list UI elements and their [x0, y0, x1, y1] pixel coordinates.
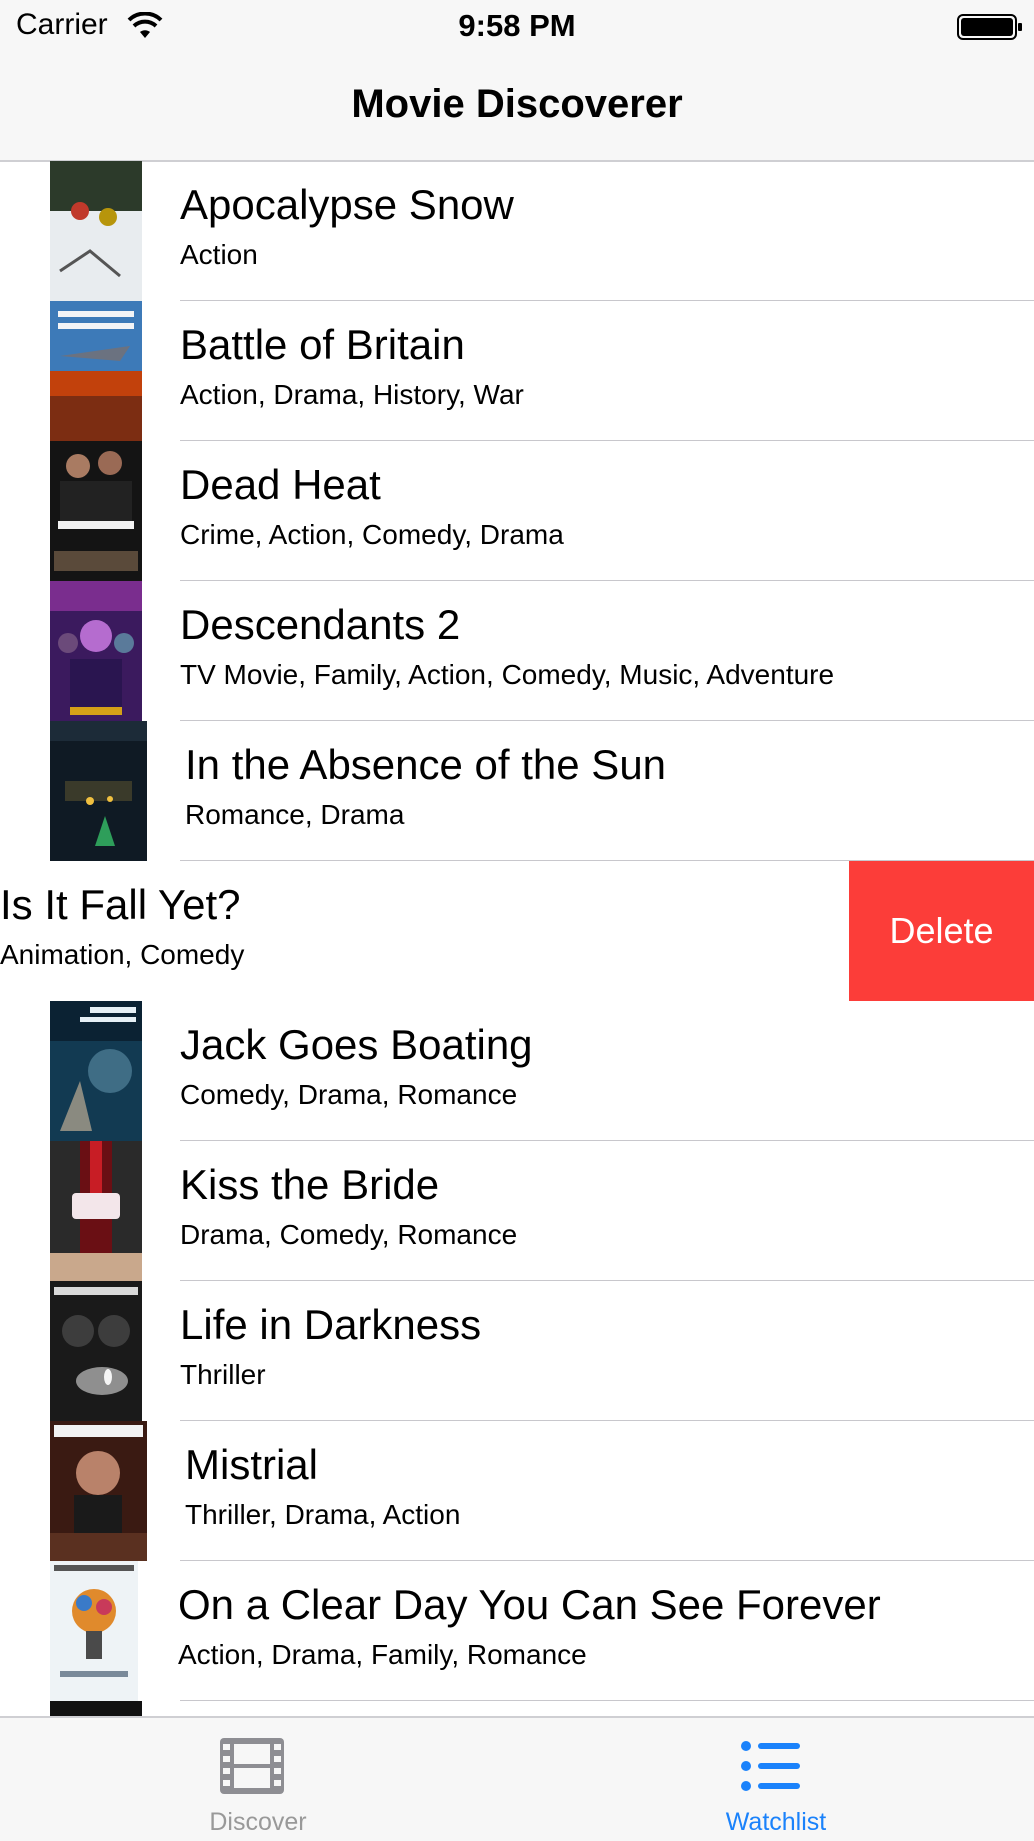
- movie-genres: TV Movie, Family, Action, Comedy, Music,…: [180, 659, 835, 690]
- movie-title: Apocalypse Snow: [180, 181, 514, 228]
- movie-poster: [50, 1421, 147, 1561]
- status-time: 9:58 PM: [458, 8, 576, 43]
- tab-label: Watchlist: [725, 1808, 827, 1836]
- movie-title: Life in Darkness: [180, 1301, 482, 1348]
- movie-genres: Thriller: [180, 1359, 266, 1390]
- movie-genres: Action: [180, 239, 258, 270]
- tab-discover[interactable]: Discover: [108, 1718, 408, 1841]
- movie-title: Battle of Britain: [180, 321, 465, 368]
- movie-poster: [50, 1141, 142, 1281]
- movie-genres: Thriller, Drama, Action: [185, 1499, 461, 1530]
- movie-genres: Crime, Action, Comedy, Drama: [180, 519, 564, 550]
- status-bar: Carrier 9:58 PM: [0, 0, 1034, 54]
- tab-label: Discover: [209, 1808, 307, 1836]
- movie-poster: [50, 1561, 138, 1701]
- movie-genres: Action, Drama, Family, Romance: [178, 1639, 587, 1670]
- list-icon: [741, 1741, 800, 1791]
- movie-title: Jack Goes Boating: [180, 1021, 533, 1068]
- movie-poster: [50, 441, 142, 581]
- film-icon: [220, 1738, 284, 1794]
- delete-button[interactable]: Delete: [849, 861, 1034, 1001]
- movie-row-on-a-clear-day-you-can-see-forever[interactable]: On a Clear Day You Can See Forever Actio…: [0, 1561, 1034, 1701]
- movie-title: On a Clear Day You Can See Forever: [178, 1581, 881, 1628]
- movie-row-partial: [0, 1701, 1034, 1716]
- movie-title: Mistrial: [185, 1441, 318, 1488]
- movie-row-dead-heat[interactable]: Dead Heat Crime, Action, Comedy, Drama: [0, 441, 1034, 581]
- movie-poster: [50, 1281, 142, 1421]
- page-title: Movie Discoverer: [351, 82, 683, 126]
- movie-row-descendants-2[interactable]: Descendants 2 TV Movie, Family, Action, …: [0, 581, 1034, 721]
- movie-row-in-the-absence-of-the-sun[interactable]: In the Absence of the Sun Romance, Drama: [0, 721, 1034, 861]
- battery-icon: [957, 14, 1022, 40]
- movie-genres: Drama, Comedy, Romance: [180, 1219, 518, 1250]
- movie-genres: Animation, Comedy: [0, 939, 245, 970]
- movie-row-life-in-darkness[interactable]: Life in Darkness Thriller: [0, 1281, 1034, 1421]
- movie-poster: [50, 161, 142, 301]
- movie-poster: [50, 721, 147, 861]
- movie-poster: [50, 1701, 142, 1716]
- movie-title: Dead Heat: [180, 461, 381, 508]
- movie-row-battle-of-britain[interactable]: Battle of Britain Action, Drama, History…: [0, 301, 1034, 441]
- movie-genres: Action, Drama, History, War: [180, 379, 524, 410]
- tab-watchlist[interactable]: Watchlist: [626, 1718, 926, 1841]
- watchlist-table: Apocalypse Snow Action Battle of Britain…: [0, 161, 1034, 1716]
- movie-poster: [50, 1001, 142, 1141]
- movie-title: Kiss the Bride: [180, 1161, 440, 1208]
- movie-title: Is It Fall Yet?: [0, 881, 241, 928]
- movie-genres: Romance, Drama: [185, 799, 405, 830]
- movie-row-mistrial[interactable]: Mistrial Thriller, Drama, Action: [0, 1421, 1034, 1561]
- movie-title: Descendants 2: [180, 601, 461, 648]
- movie-row-kiss-the-bride[interactable]: Kiss the Bride Drama, Comedy, Romance: [0, 1141, 1034, 1281]
- movie-row-jack-goes-boating[interactable]: Jack Goes Boating Comedy, Drama, Romance: [0, 1001, 1034, 1141]
- navigation-bar: Movie Discoverer: [0, 54, 1034, 162]
- movie-poster: [50, 301, 142, 441]
- movie-poster: [50, 581, 142, 721]
- tab-bar: Discover Watchlist: [0, 1716, 1034, 1841]
- movie-title: In the Absence of the Sun: [185, 741, 667, 788]
- movie-genres: Comedy, Drama, Romance: [180, 1079, 518, 1110]
- movie-row-apocalypse-snow[interactable]: Apocalypse Snow Action: [0, 161, 1034, 301]
- movie-row-is-it-fall-yet[interactable]: Is It Fall Yet? Animation, Comedy Delete: [0, 861, 1034, 1001]
